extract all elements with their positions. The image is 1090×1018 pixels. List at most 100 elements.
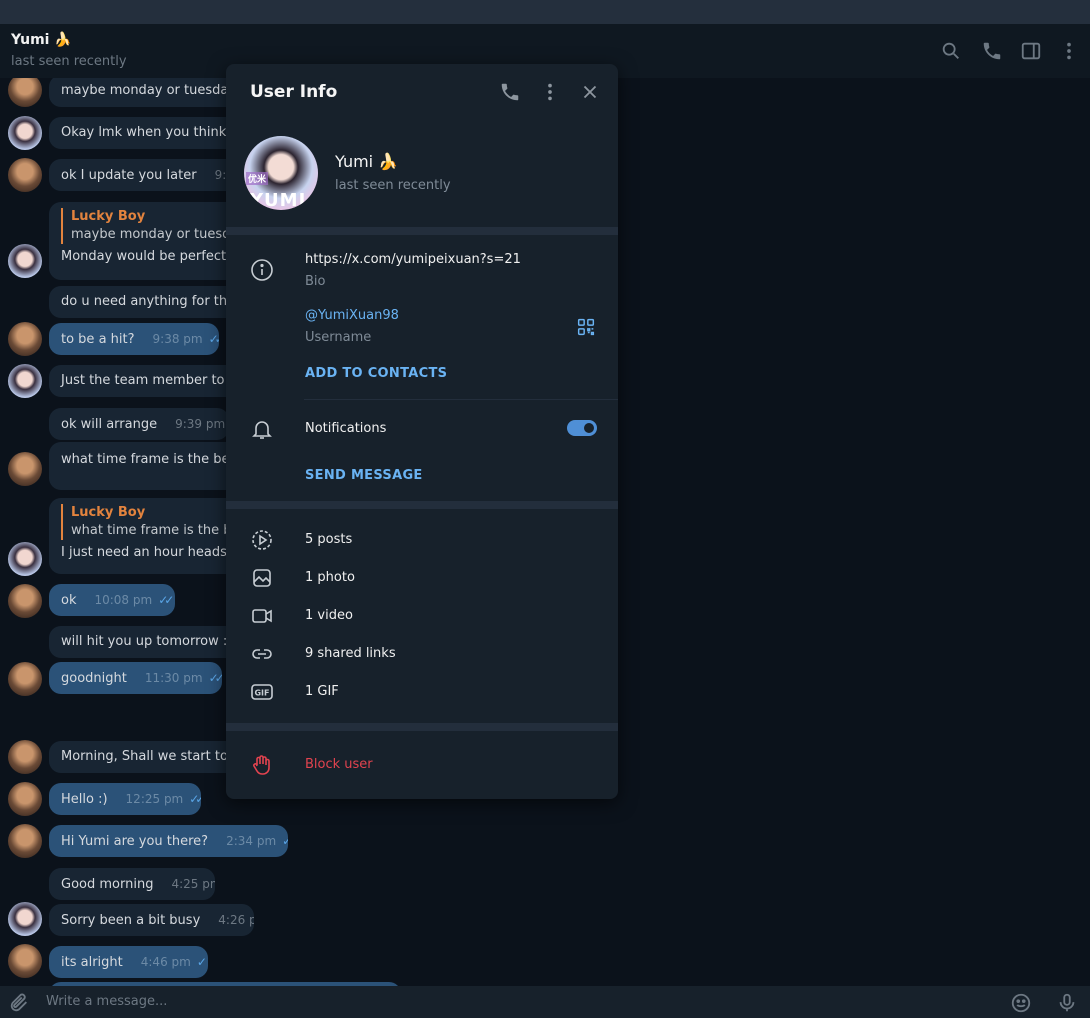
message-text: will hit you up tomorrow :) (61, 634, 233, 649)
message-text: Morning, Shall we start toni (61, 749, 240, 764)
add-to-contacts-button[interactable]: ADD TO CONTACTS (305, 366, 447, 381)
bell-icon (250, 417, 274, 441)
send-message-button[interactable]: SEND MESSAGE (305, 468, 423, 483)
composer[interactable]: Write a message... (0, 986, 1090, 1018)
window-titlebar (0, 0, 1090, 24)
section-divider (226, 723, 618, 731)
reply-quote[interactable]: Lucky Boy what time frame is the bes (61, 504, 247, 540)
reply-quote[interactable]: Lucky Boy maybe monday or tuesday (61, 208, 247, 244)
sidebar-icon[interactable] (1020, 40, 1042, 62)
message-bubble[interactable]: Hi Yumi are you there? 2:34 pm ✓✓ (49, 825, 288, 857)
message-bubble[interactable]: Hello :) 12:25 pm ✓✓ (49, 783, 201, 815)
message-bubble[interactable]: Just the team member to be (49, 365, 249, 397)
message-text: Okay lmk when you think go (61, 125, 247, 140)
profile-status: last seen recently (335, 178, 451, 193)
row-divider (304, 399, 618, 400)
close-icon[interactable] (579, 81, 601, 103)
avatar[interactable] (8, 782, 42, 816)
bio-value[interactable]: https://x.com/yumipeixuan?s=21 (305, 252, 521, 267)
message-bubble[interactable]: Okay lmk when you think go (49, 117, 249, 149)
link-icon (250, 642, 274, 666)
message-text: ok (61, 593, 77, 608)
avatar[interactable] (8, 78, 42, 107)
reply-author: Lucky Boy (71, 209, 146, 224)
emoji-icon[interactable] (1010, 992, 1032, 1014)
message-time: 9:39 pm (175, 417, 226, 431)
gif-icon: GIF (250, 680, 274, 704)
message-text: what time frame is the best (61, 452, 242, 467)
avatar[interactable] (8, 452, 42, 486)
reply-text: maybe monday or tuesday (71, 227, 247, 242)
message-bubble[interactable]: goodnight 11:30 pm ✓✓ (49, 662, 222, 694)
username-value[interactable]: @YumiXuan98 (305, 308, 399, 323)
read-ticks-icon: ✓✓ (208, 332, 219, 346)
message-bubble[interactable]: Good morning 4:25 pm (49, 868, 215, 900)
avatar[interactable] (8, 158, 42, 192)
toggle-knob (582, 421, 596, 435)
reply-text: what time frame is the bes (71, 523, 247, 538)
message-bubble[interactable]: Lucky Boy what time frame is the bes I j… (49, 498, 249, 574)
section-divider (226, 501, 618, 509)
phone-icon[interactable] (499, 81, 521, 103)
notifications-label: Notifications (305, 421, 387, 436)
avatar[interactable] (8, 584, 42, 618)
message-text: ok I update you later (61, 168, 197, 183)
message-text: its alright (61, 955, 123, 970)
profile-photo[interactable]: 优米 YUMI (244, 136, 318, 210)
message-bubble[interactable]: maybe monday or tuesday (49, 78, 249, 107)
message-text: maybe monday or tuesday (61, 83, 237, 98)
message-bubble[interactable]: do u need anything for the t (49, 286, 249, 318)
avatar[interactable] (8, 542, 42, 576)
media-label: 1 GIF (305, 684, 339, 699)
read-ticks-icon: ✓✓ (282, 834, 288, 848)
microphone-icon[interactable] (1056, 992, 1078, 1014)
message-time: 9:38 pm (152, 332, 203, 346)
message-bubble[interactable]: ok will arrange9:39 pm✓✓ (49, 408, 229, 440)
message-text: Just the team member to be (61, 373, 245, 388)
attach-icon[interactable] (8, 992, 30, 1014)
avatar[interactable] (8, 902, 42, 936)
avatar[interactable] (8, 944, 42, 978)
phone-icon[interactable] (981, 40, 1003, 62)
message-bubble[interactable]: its alright 4:46 pm ✓ (49, 946, 208, 978)
message-bubble[interactable]: will hit you up tomorrow :) (49, 626, 239, 658)
search-icon[interactable] (940, 40, 962, 62)
chat-title[interactable]: Yumi 🍌 (11, 32, 72, 48)
message-bubble[interactable]: ok 10:08 pm ✓✓ (49, 584, 175, 616)
media-label: 1 photo (305, 570, 355, 585)
panel-title: User Info (250, 82, 338, 102)
avatar[interactable] (8, 244, 42, 278)
message-bubble[interactable]: Morning, Shall we start toni (49, 741, 249, 773)
bio-label: Bio (305, 274, 326, 289)
message-time: 4:26 pm (218, 913, 254, 927)
message-bubble[interactable]: ok I update you later9:37 pm (49, 159, 249, 191)
message-time: 4:46 pm (140, 955, 191, 969)
avatar[interactable] (8, 824, 42, 858)
message-text: Hi Yumi are you there? (61, 834, 209, 849)
avatar[interactable] (8, 322, 42, 356)
profile-name: Yumi 🍌 (335, 152, 399, 171)
message-text: ok will arrange (61, 417, 158, 432)
stories-icon (250, 528, 274, 552)
more-icon[interactable] (1058, 40, 1080, 62)
message-time: 12:25 pm (125, 792, 184, 806)
message-text: to be a hit? (61, 332, 135, 347)
message-bubble[interactable]: Sorry been a bit busy 4:26 pm (49, 904, 254, 936)
avatar[interactable] (8, 662, 42, 696)
user-info-panel[interactable]: User Info 优米 YUMI Yumi 🍌 last seen recen… (226, 64, 618, 799)
username-label: Username (305, 330, 372, 345)
avatar[interactable] (8, 364, 42, 398)
message-bubble[interactable]: what time frame is the best (49, 442, 249, 490)
message-input[interactable]: Write a message... (46, 994, 167, 1009)
more-icon[interactable] (539, 81, 561, 103)
avatar[interactable] (8, 740, 42, 774)
message-bubble[interactable]: Lucky Boy maybe monday or tuesday Monday… (49, 202, 249, 280)
hand-stop-icon (250, 753, 274, 777)
qr-code-icon[interactable] (575, 316, 597, 338)
notifications-toggle[interactable] (567, 420, 597, 436)
message-bubble[interactable]: to be a hit? 9:38 pm ✓✓ (49, 323, 219, 355)
media-label: 5 posts (305, 532, 353, 547)
info-icon (250, 258, 274, 282)
message-text: do u need anything for the t (61, 294, 245, 309)
avatar[interactable] (8, 116, 42, 150)
